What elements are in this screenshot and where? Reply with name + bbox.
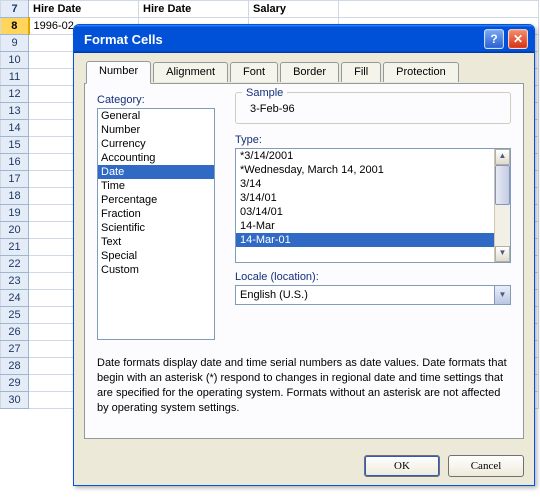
row-header[interactable]: 28 [1,358,29,375]
format-cells-dialog: Format Cells ? ✕ Number Alignment Font B… [73,24,535,486]
dialog-title: Format Cells [84,32,480,47]
row-header[interactable]: 26 [1,324,29,341]
cell[interactable] [339,1,539,18]
type-item[interactable]: *3/14/2001 [236,149,494,163]
cell[interactable]: Hire Date [139,1,249,18]
scroll-track[interactable] [495,165,510,246]
cell[interactable]: Salary [249,1,339,18]
tab-protection[interactable]: Protection [383,62,459,82]
close-button[interactable]: ✕ [508,29,528,49]
row-header[interactable]: 13 [1,103,29,120]
locale-label: Locale (location): [235,271,511,283]
category-listbox[interactable]: GeneralNumberCurrencyAccountingDateTimeP… [97,108,215,340]
row-header[interactable]: 27 [1,341,29,358]
scroll-thumb[interactable] [495,165,510,205]
tab-border[interactable]: Border [280,62,339,82]
row-header[interactable]: 10 [1,52,29,69]
category-item[interactable]: Custom [98,263,214,277]
row-header[interactable]: 12 [1,86,29,103]
type-item[interactable]: 14-Mar-01 [236,233,494,247]
category-item[interactable]: Date [98,165,214,179]
row-header[interactable]: 21 [1,239,29,256]
row-header[interactable]: 7 [1,1,29,18]
row-header[interactable]: 25 [1,307,29,324]
tab-strip: Number Alignment Font Border Fill Protec… [86,61,524,83]
type-item[interactable]: 3/14/01 [236,191,494,205]
type-scrollbar[interactable]: ▲ ▼ [494,149,510,262]
scroll-down-icon[interactable]: ▼ [495,246,510,262]
tab-fill[interactable]: Fill [341,62,381,82]
row-header[interactable]: 11 [1,69,29,86]
category-item[interactable]: Text [98,235,214,249]
dialog-titlebar[interactable]: Format Cells ? ✕ [74,25,534,53]
cell[interactable]: Hire Date [29,1,139,18]
row-header[interactable]: 9 [1,35,29,52]
category-item[interactable]: Percentage [98,193,214,207]
locale-value: English (U.S.) [240,289,308,301]
category-item[interactable]: Special [98,249,214,263]
row-header[interactable]: 16 [1,154,29,171]
row-header[interactable]: 19 [1,205,29,222]
sample-group: Sample 3-Feb-96 [235,92,511,124]
type-item[interactable]: 14-Mar [236,219,494,233]
category-label: Category: [97,94,225,106]
tab-font[interactable]: Font [230,62,278,82]
tab-number[interactable]: Number [86,61,151,84]
row-header[interactable]: 23 [1,273,29,290]
row-header[interactable]: 24 [1,290,29,307]
row-header[interactable]: 15 [1,137,29,154]
category-item[interactable]: Scientific [98,221,214,235]
sample-label: Sample [242,87,287,99]
locale-combobox[interactable]: English (U.S.) ▼ [235,285,511,305]
ok-button[interactable]: OK [364,455,440,477]
row-header[interactable]: 20 [1,222,29,239]
row-header[interactable]: 29 [1,375,29,392]
scroll-up-icon[interactable]: ▲ [495,149,510,165]
row-header[interactable]: 18 [1,188,29,205]
row-header[interactable]: 17 [1,171,29,188]
row-header-selected[interactable]: 8 [1,18,29,35]
tab-panel-number: Category: GeneralNumberCurrencyAccountin… [84,83,524,439]
category-item[interactable]: Currency [98,137,214,151]
cancel-button[interactable]: Cancel [448,455,524,477]
format-description: Date formats display date and time seria… [97,356,511,415]
chevron-down-icon[interactable]: ▼ [494,286,510,304]
category-item[interactable]: Fraction [98,207,214,221]
row-header[interactable]: 30 [1,392,29,409]
type-label: Type: [235,134,511,146]
tab-alignment[interactable]: Alignment [153,62,228,82]
type-item[interactable]: 3/14 [236,177,494,191]
type-listbox[interactable]: *3/14/2001*Wednesday, March 14, 20013/14… [235,148,511,263]
help-button[interactable]: ? [484,29,504,49]
category-item[interactable]: General [98,109,214,123]
category-item[interactable]: Number [98,123,214,137]
row-header[interactable]: 22 [1,256,29,273]
row-header[interactable]: 14 [1,120,29,137]
type-item[interactable]: 03/14/01 [236,205,494,219]
type-item[interactable]: *Wednesday, March 14, 2001 [236,163,494,177]
category-item[interactable]: Accounting [98,151,214,165]
category-item[interactable]: Time [98,179,214,193]
sample-value: 3-Feb-96 [250,103,502,115]
